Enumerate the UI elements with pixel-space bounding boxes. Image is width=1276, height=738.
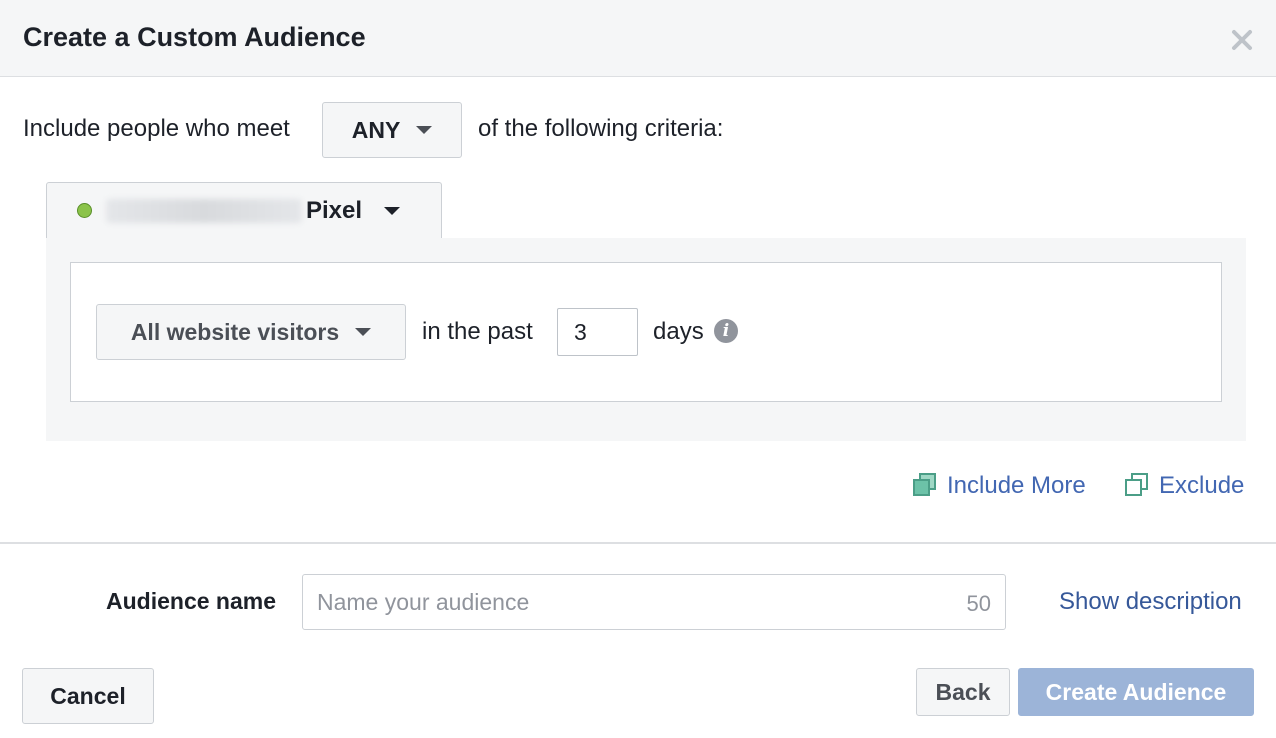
- include-more-button[interactable]: Include More: [913, 470, 1086, 502]
- visitor-type-value: All website visitors: [130, 318, 340, 345]
- days-label: days: [653, 318, 704, 345]
- section-divider: [0, 542, 1276, 544]
- caret-down-icon: [384, 206, 401, 215]
- exclude-label: Exclude: [1159, 472, 1245, 499]
- dialog-title: Create a Custom Audience: [23, 22, 366, 52]
- exclude-button[interactable]: Exclude: [1125, 470, 1244, 502]
- dialog-header: Create a Custom Audience: [0, 0, 1276, 77]
- audience-name-input[interactable]: [303, 575, 943, 629]
- pixel-status-dot-icon: [77, 203, 92, 218]
- visitor-type-dropdown[interactable]: All website visitors: [96, 304, 406, 360]
- pixel-label: Pixel: [306, 196, 363, 224]
- create-audience-button[interactable]: Create Audience: [1018, 668, 1254, 716]
- match-type-value: ANY: [351, 116, 401, 143]
- exclude-icon: [1125, 473, 1151, 499]
- in-the-past-label: in the past: [422, 318, 533, 345]
- info-icon[interactable]: i: [714, 319, 738, 343]
- match-type-dropdown[interactable]: ANY: [322, 102, 462, 158]
- pixel-name-redacted: [106, 198, 302, 223]
- include-more-label: Include More: [947, 472, 1086, 499]
- caret-down-icon: [355, 328, 372, 336]
- criteria-prefix: Include people who meet: [23, 115, 290, 142]
- include-more-icon: [913, 473, 939, 499]
- back-button[interactable]: Back: [916, 668, 1010, 716]
- caret-down-icon: [416, 126, 433, 134]
- criteria-suffix: of the following criteria:: [478, 115, 724, 142]
- cancel-button[interactable]: Cancel: [22, 668, 154, 724]
- char-count: 50: [966, 591, 991, 616]
- audience-name-label: Audience name: [106, 588, 276, 614]
- show-description-link[interactable]: Show description: [1059, 588, 1242, 616]
- pixel-source-dropdown[interactable]: Pixel: [46, 182, 442, 238]
- retention-days-input[interactable]: [557, 308, 638, 356]
- audience-name-field[interactable]: 50: [302, 574, 1006, 630]
- close-icon[interactable]: [1228, 26, 1256, 54]
